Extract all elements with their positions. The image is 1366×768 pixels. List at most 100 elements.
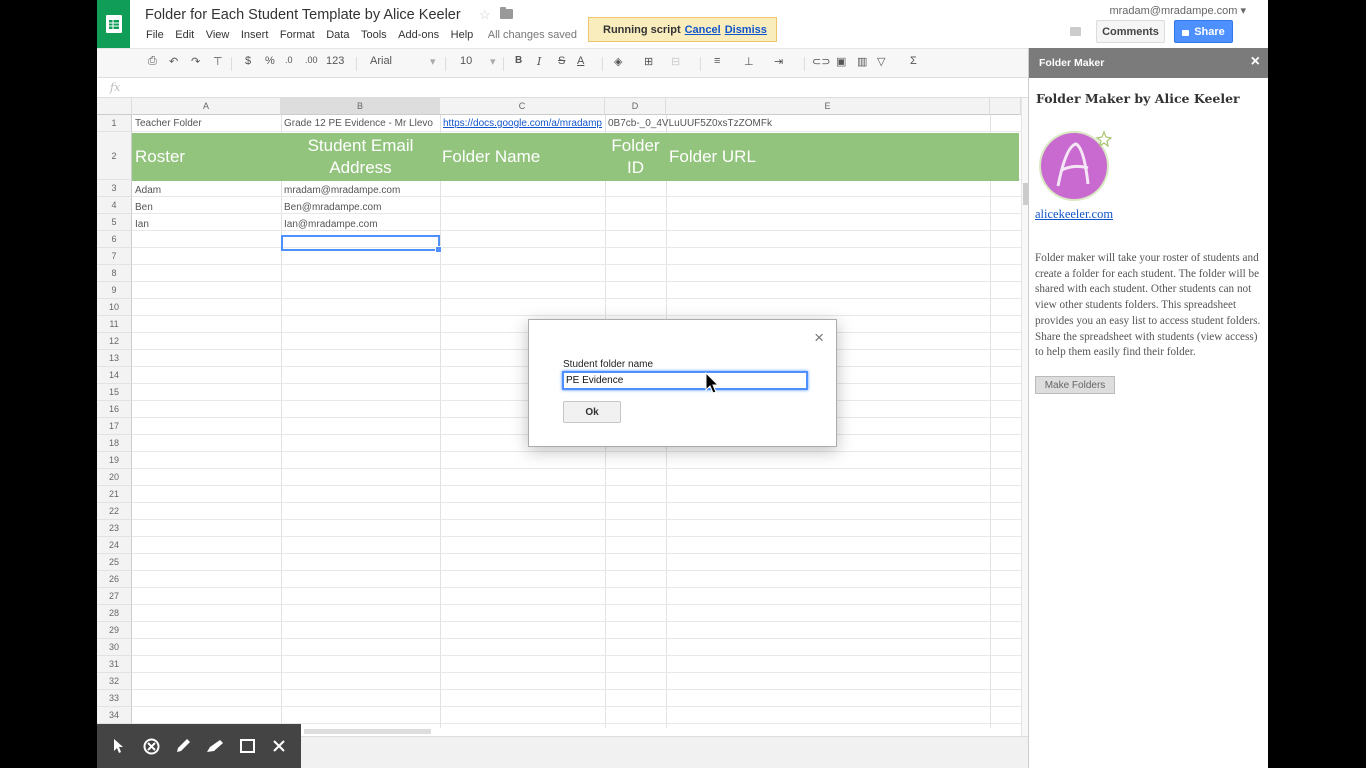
text-color-button[interactable]: A (577, 55, 584, 67)
increase-decimal-button[interactable]: .00 (305, 55, 318, 65)
menu-tools[interactable]: Tools (361, 29, 387, 41)
chart-icon[interactable]: ▥ (857, 55, 867, 68)
cell-b5[interactable]: Ian@mradampe.com (281, 219, 440, 230)
cell-b1[interactable]: Grade 12 PE Evidence - Mr Llevo (281, 118, 440, 129)
cell-b3[interactable]: mradam@mradampe.com (281, 185, 440, 196)
merge-cells-icon[interactable]: ⊟ (671, 55, 680, 68)
align-left-icon[interactable]: ≡ (714, 55, 720, 67)
print-icon[interactable]: ⎙ (148, 55, 157, 68)
row-header[interactable]: 11 (97, 316, 132, 333)
row-header[interactable]: 4 (97, 197, 132, 214)
row-header[interactable]: 12 (97, 333, 132, 350)
more-formats-button[interactable]: 123 (326, 55, 344, 67)
filter-icon[interactable]: ▽ (877, 55, 885, 68)
notice-dismiss-link[interactable]: Dismiss (725, 24, 767, 36)
folder-icon[interactable] (500, 7, 513, 19)
redo-icon[interactable]: ↷ (191, 55, 200, 68)
close-icon[interactable]: × (1251, 54, 1260, 70)
cell-a1[interactable]: Teacher Folder (132, 118, 281, 129)
document-title[interactable]: Folder for Each Student Template by Alic… (145, 7, 461, 23)
sheets-logo-icon[interactable] (97, 0, 130, 48)
formula-bar[interactable]: fx (97, 79, 1028, 98)
vertical-scrollbar[interactable] (1021, 98, 1028, 738)
comments-button[interactable]: Comments (1096, 20, 1165, 43)
percent-format-button[interactable]: % (265, 55, 275, 67)
notice-cancel-link[interactable]: Cancel (685, 24, 721, 36)
decrease-decimal-button[interactable]: .0 (285, 55, 293, 65)
menu-data[interactable]: Data (326, 29, 349, 41)
vertical-align-icon[interactable]: ⊥ (744, 55, 754, 68)
row-header[interactable]: 10 (97, 299, 132, 316)
borders-icon[interactable]: ⊞ (644, 55, 653, 68)
selected-cell-b6[interactable] (281, 235, 442, 253)
row-header[interactable]: 19 (97, 452, 132, 469)
row-header[interactable]: 2 (97, 132, 132, 180)
menu-addons[interactable]: Add-ons (398, 29, 439, 41)
row-header[interactable]: 24 (97, 537, 132, 554)
row-header[interactable]: 27 (97, 588, 132, 605)
comment-icon[interactable]: ▣ (836, 55, 846, 68)
currency-format-button[interactable]: $ (245, 55, 251, 67)
folder-name-input[interactable] (562, 371, 808, 390)
undo-icon[interactable]: ↶ (169, 55, 178, 68)
row-header[interactable]: 22 (97, 503, 132, 520)
pen-icon[interactable] (174, 737, 192, 755)
select-all-corner[interactable] (97, 98, 132, 115)
ok-button[interactable]: Ok (563, 401, 621, 423)
menu-view[interactable]: View (206, 29, 230, 41)
make-folders-button[interactable]: Make Folders (1035, 376, 1115, 394)
cell-d1[interactable]: 0B7cb-_0_4VLuUUF5Z0xsTzZOMFk (605, 118, 990, 129)
chat-icon[interactable] (1070, 27, 1081, 36)
cell-a3[interactable]: Adam (132, 185, 281, 196)
header-row[interactable] (132, 133, 1019, 181)
cell-b4[interactable]: Ben@mradampe.com (281, 202, 440, 213)
row-header[interactable]: 20 (97, 469, 132, 486)
star-icon[interactable]: ☆ (479, 7, 491, 23)
strikethrough-button[interactable]: S (558, 55, 565, 67)
row-header[interactable]: 1 (97, 115, 132, 132)
cell-a4[interactable]: Ben (132, 202, 281, 213)
column-header-c[interactable]: C (440, 98, 605, 115)
column-header-d[interactable]: D (605, 98, 666, 115)
row-header[interactable]: 14 (97, 367, 132, 384)
link-icon[interactable]: ⊂⊃ (812, 55, 830, 68)
menu-insert[interactable]: Insert (241, 29, 269, 41)
horizontal-scrollbar-thumb[interactable] (304, 729, 431, 734)
column-header-a[interactable]: A (132, 98, 281, 115)
row-header[interactable]: 28 (97, 605, 132, 622)
row-header[interactable]: 6 (97, 231, 132, 248)
row-header[interactable]: 21 (97, 486, 132, 503)
cell-a5[interactable]: Ian (132, 219, 281, 230)
row-header[interactable]: 30 (97, 639, 132, 656)
row-header[interactable]: 34 (97, 707, 132, 724)
row-header[interactable]: 3 (97, 180, 132, 197)
font-size-select[interactable]: 10 (460, 55, 472, 67)
user-account[interactable]: mradam@mradampe.com ▾ (1109, 4, 1246, 17)
alicekeeler-link[interactable]: alicekeeler.com (1035, 207, 1113, 222)
row-header[interactable]: 25 (97, 554, 132, 571)
row-header[interactable]: 29 (97, 622, 132, 639)
italic-button[interactable]: I (537, 55, 541, 68)
text-wrap-icon[interactable]: ⇥ (774, 55, 783, 68)
fill-color-icon[interactable]: ◈ (614, 55, 622, 68)
row-header[interactable]: 7 (97, 248, 132, 265)
close-icon[interactable] (270, 737, 288, 755)
share-button[interactable]: Share (1174, 20, 1233, 43)
cell-c1[interactable]: https://docs.google.com/a/mradamp (440, 118, 605, 129)
row-header[interactable]: 17 (97, 418, 132, 435)
row-header[interactable]: 23 (97, 520, 132, 537)
rectangle-icon[interactable] (238, 737, 256, 755)
highlighter-icon[interactable] (206, 737, 224, 755)
menu-help[interactable]: Help (451, 29, 474, 41)
column-header-b[interactable]: B (281, 98, 440, 115)
menu-edit[interactable]: Edit (175, 29, 194, 41)
row-header[interactable]: 13 (97, 350, 132, 367)
functions-button[interactable]: Σ (910, 55, 917, 67)
font-family-select[interactable]: Arial (370, 55, 392, 67)
column-header-e[interactable]: E (666, 98, 990, 115)
row-header[interactable]: 18 (97, 435, 132, 452)
row-header[interactable]: 15 (97, 384, 132, 401)
row-header[interactable]: 9 (97, 282, 132, 299)
pointer-icon[interactable] (110, 737, 128, 755)
menu-format[interactable]: Format (280, 29, 315, 41)
